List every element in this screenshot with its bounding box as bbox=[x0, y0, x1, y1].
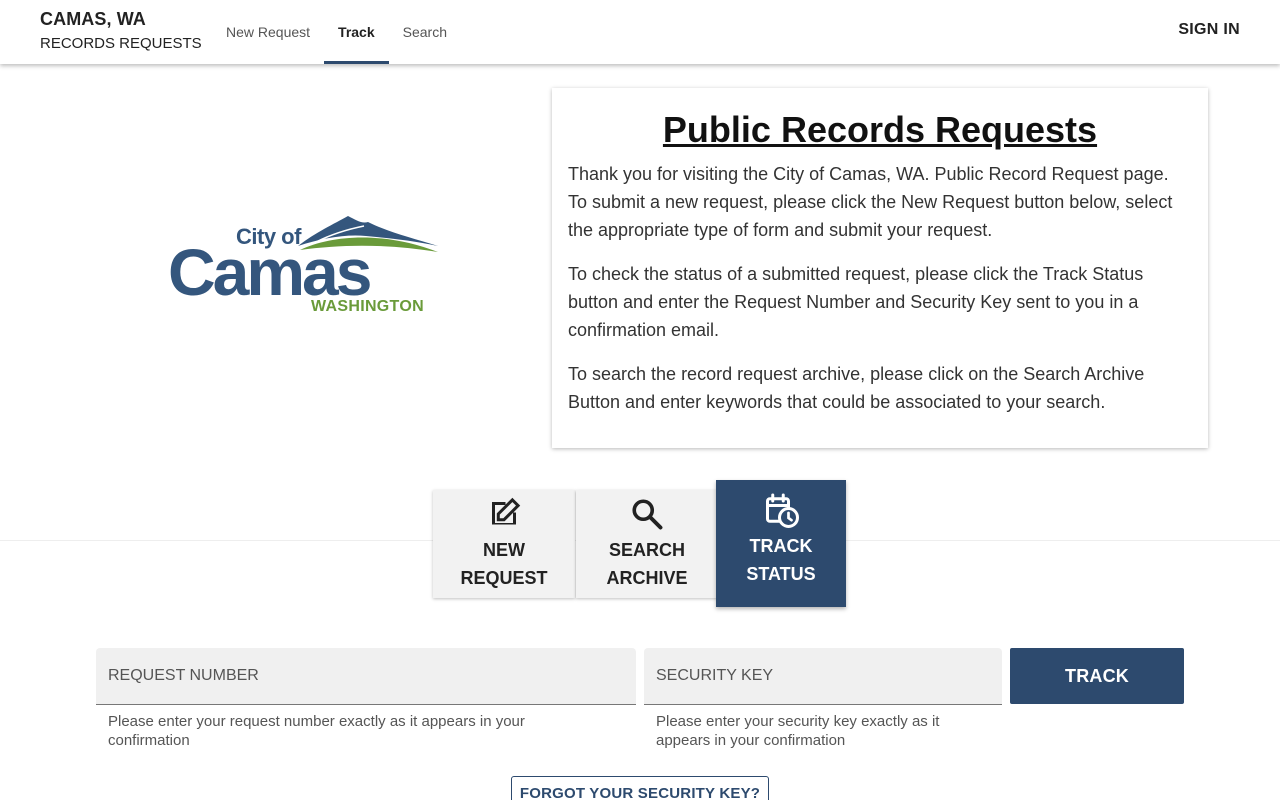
search-archive-button[interactable]: SEARCH ARCHIVE bbox=[576, 490, 718, 598]
tab-track[interactable]: Track bbox=[324, 0, 389, 64]
edit-icon bbox=[492, 497, 521, 525]
track-button[interactable]: TRACK bbox=[1010, 648, 1184, 704]
action-buttons: NEW REQUEST SEARCH ARCHIVE TRACK STATUS bbox=[433, 480, 847, 608]
intro-paragraph: Thank you for visiting the City of Camas… bbox=[568, 164, 1173, 240]
calendar-clock-icon bbox=[766, 493, 799, 528]
track-status-label: TRACK STATUS bbox=[746, 532, 815, 588]
top-app-bar: CAMAS, WA RECORDS REQUESTS New Request T… bbox=[0, 0, 1280, 64]
search-icon bbox=[632, 499, 663, 530]
search-archive-label-line2: ARCHIVE bbox=[606, 568, 688, 588]
sign-in-button[interactable]: SIGN IN bbox=[1178, 21, 1240, 39]
city-of-camas-logo: City of Camas WASHINGTON bbox=[168, 216, 438, 315]
intro-paragraph: To check the status of a submitted reque… bbox=[568, 264, 1144, 340]
security-key-input[interactable] bbox=[644, 648, 1002, 704]
track-status-button[interactable]: TRACK STATUS bbox=[716, 480, 846, 607]
track-status-label-line1: TRACK bbox=[749, 536, 813, 556]
tab-new-request[interactable]: New Request bbox=[212, 0, 324, 64]
intro-card: Public Records Requests Thank you for vi… bbox=[552, 88, 1208, 448]
brand[interactable]: CAMAS, WA RECORDS REQUESTS bbox=[40, 9, 202, 53]
page-title: Public Records Requests bbox=[662, 109, 1098, 150]
security-key-hint: Please enter your security key exactly a… bbox=[656, 713, 940, 749]
security-key-field bbox=[644, 648, 1002, 705]
brand-title: CAMAS, WA bbox=[40, 9, 146, 29]
intro-paragraph: To search the record request archive, pl… bbox=[568, 364, 1145, 412]
logo-washington: WASHINGTON bbox=[311, 298, 424, 315]
nav-tabs: New Request Track Search bbox=[212, 0, 461, 64]
request-number-hint: Please enter your request number exactly… bbox=[108, 713, 525, 749]
search-archive-label-line1: SEARCH bbox=[608, 540, 685, 560]
track-status-label-line2: STATUS bbox=[746, 564, 816, 584]
new-request-label-line2: REQUEST bbox=[460, 568, 548, 588]
forgot-security-key-button[interactable]: FORGOT YOUR SECURITY KEY? bbox=[511, 776, 769, 800]
new-request-label-line1: NEW bbox=[482, 540, 525, 560]
tab-search[interactable]: Search bbox=[389, 0, 461, 64]
new-request-label: NEW REQUEST bbox=[460, 536, 547, 592]
request-number-field bbox=[96, 648, 636, 705]
brand-subtitle: RECORDS REQUESTS bbox=[40, 35, 202, 52]
new-request-button[interactable]: NEW REQUEST bbox=[433, 490, 575, 598]
search-archive-label: SEARCH ARCHIVE bbox=[606, 536, 687, 592]
request-number-input[interactable] bbox=[96, 648, 636, 704]
